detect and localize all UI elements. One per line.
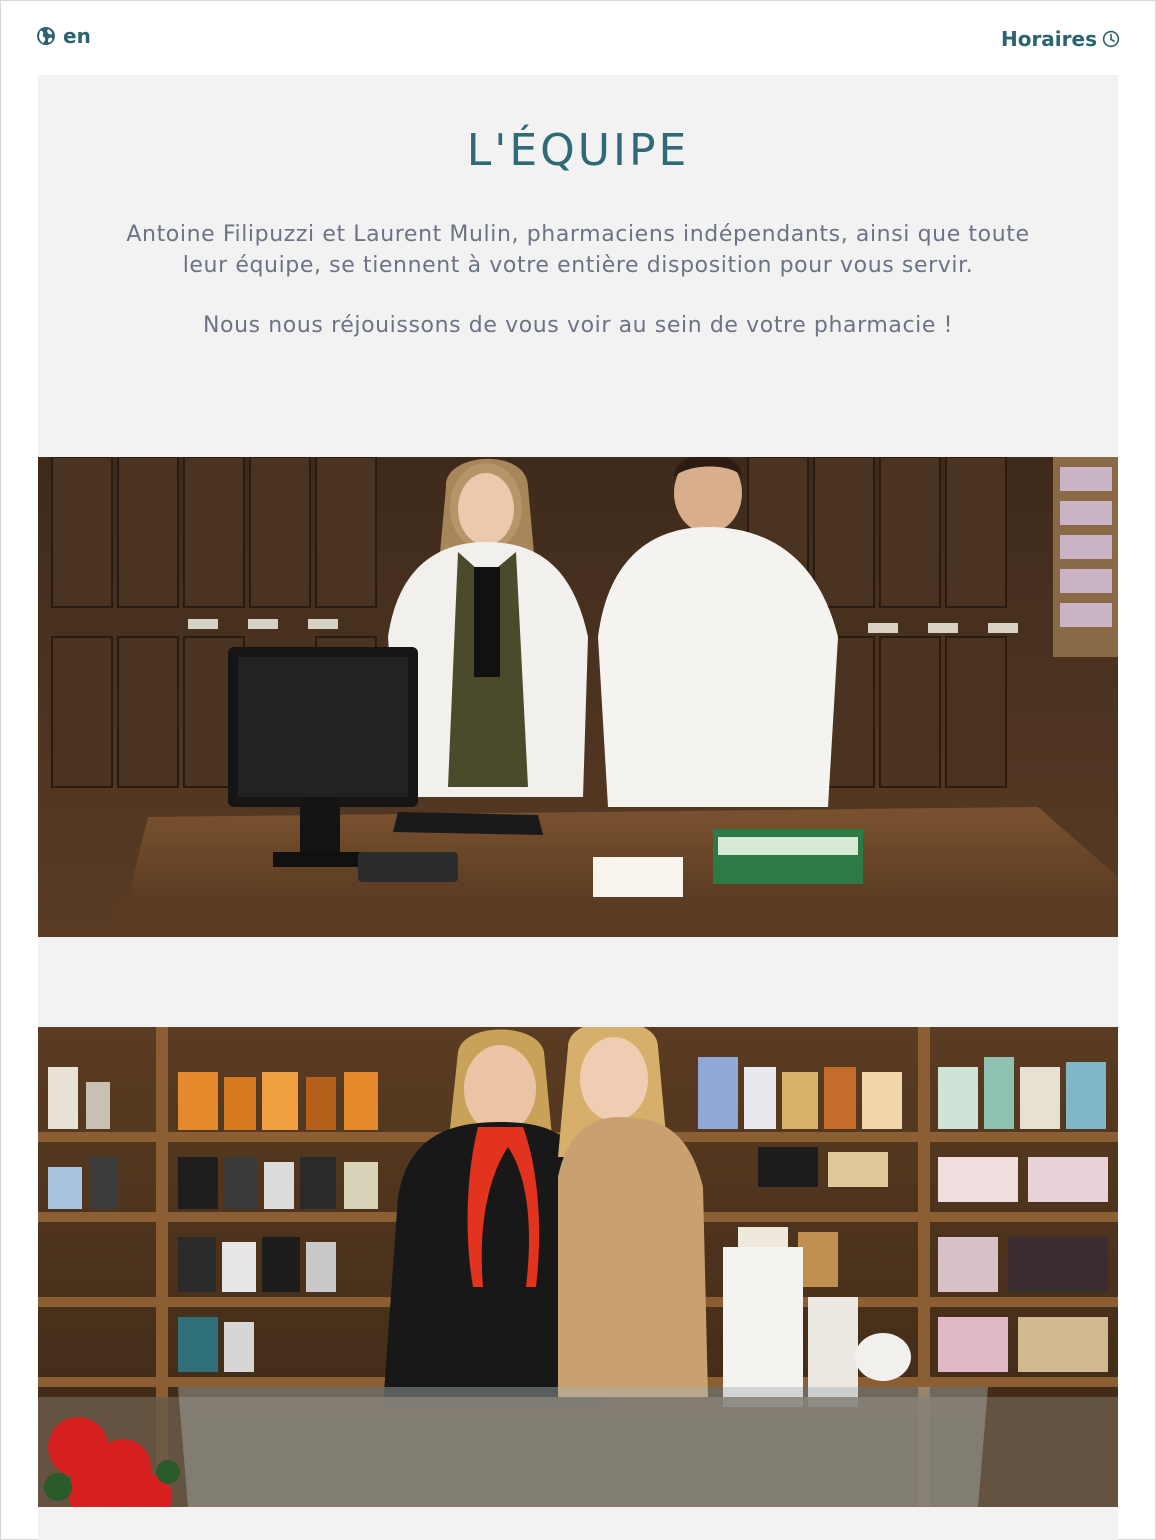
- hours-label: Horaires: [1000, 27, 1097, 51]
- team-photo-pharmacists: [38, 457, 1118, 937]
- page-title: L'ÉQUIPE: [466, 125, 690, 176]
- language-switcher[interactable]: en: [36, 24, 91, 48]
- clock-icon: [1102, 30, 1120, 48]
- hours-link[interactable]: Horaires: [1001, 27, 1120, 51]
- language-label: en: [63, 24, 91, 48]
- team-photo-perfumery: [38, 1027, 1118, 1507]
- intro-text: Antoine Filipuzzi et Laurent Mulin, phar…: [118, 219, 1038, 341]
- top-bar: en Horaires: [0, 0, 1156, 75]
- intro-paragraph-1: Antoine Filipuzzi et Laurent Mulin, phar…: [126, 222, 1030, 278]
- team-section: L'ÉQUIPE Antoine Filipuzzi et Laurent Mu…: [38, 75, 1118, 1540]
- globe-icon: [37, 27, 55, 45]
- intro-paragraph-2: Nous nous réjouissons de vous voir au se…: [202, 313, 954, 338]
